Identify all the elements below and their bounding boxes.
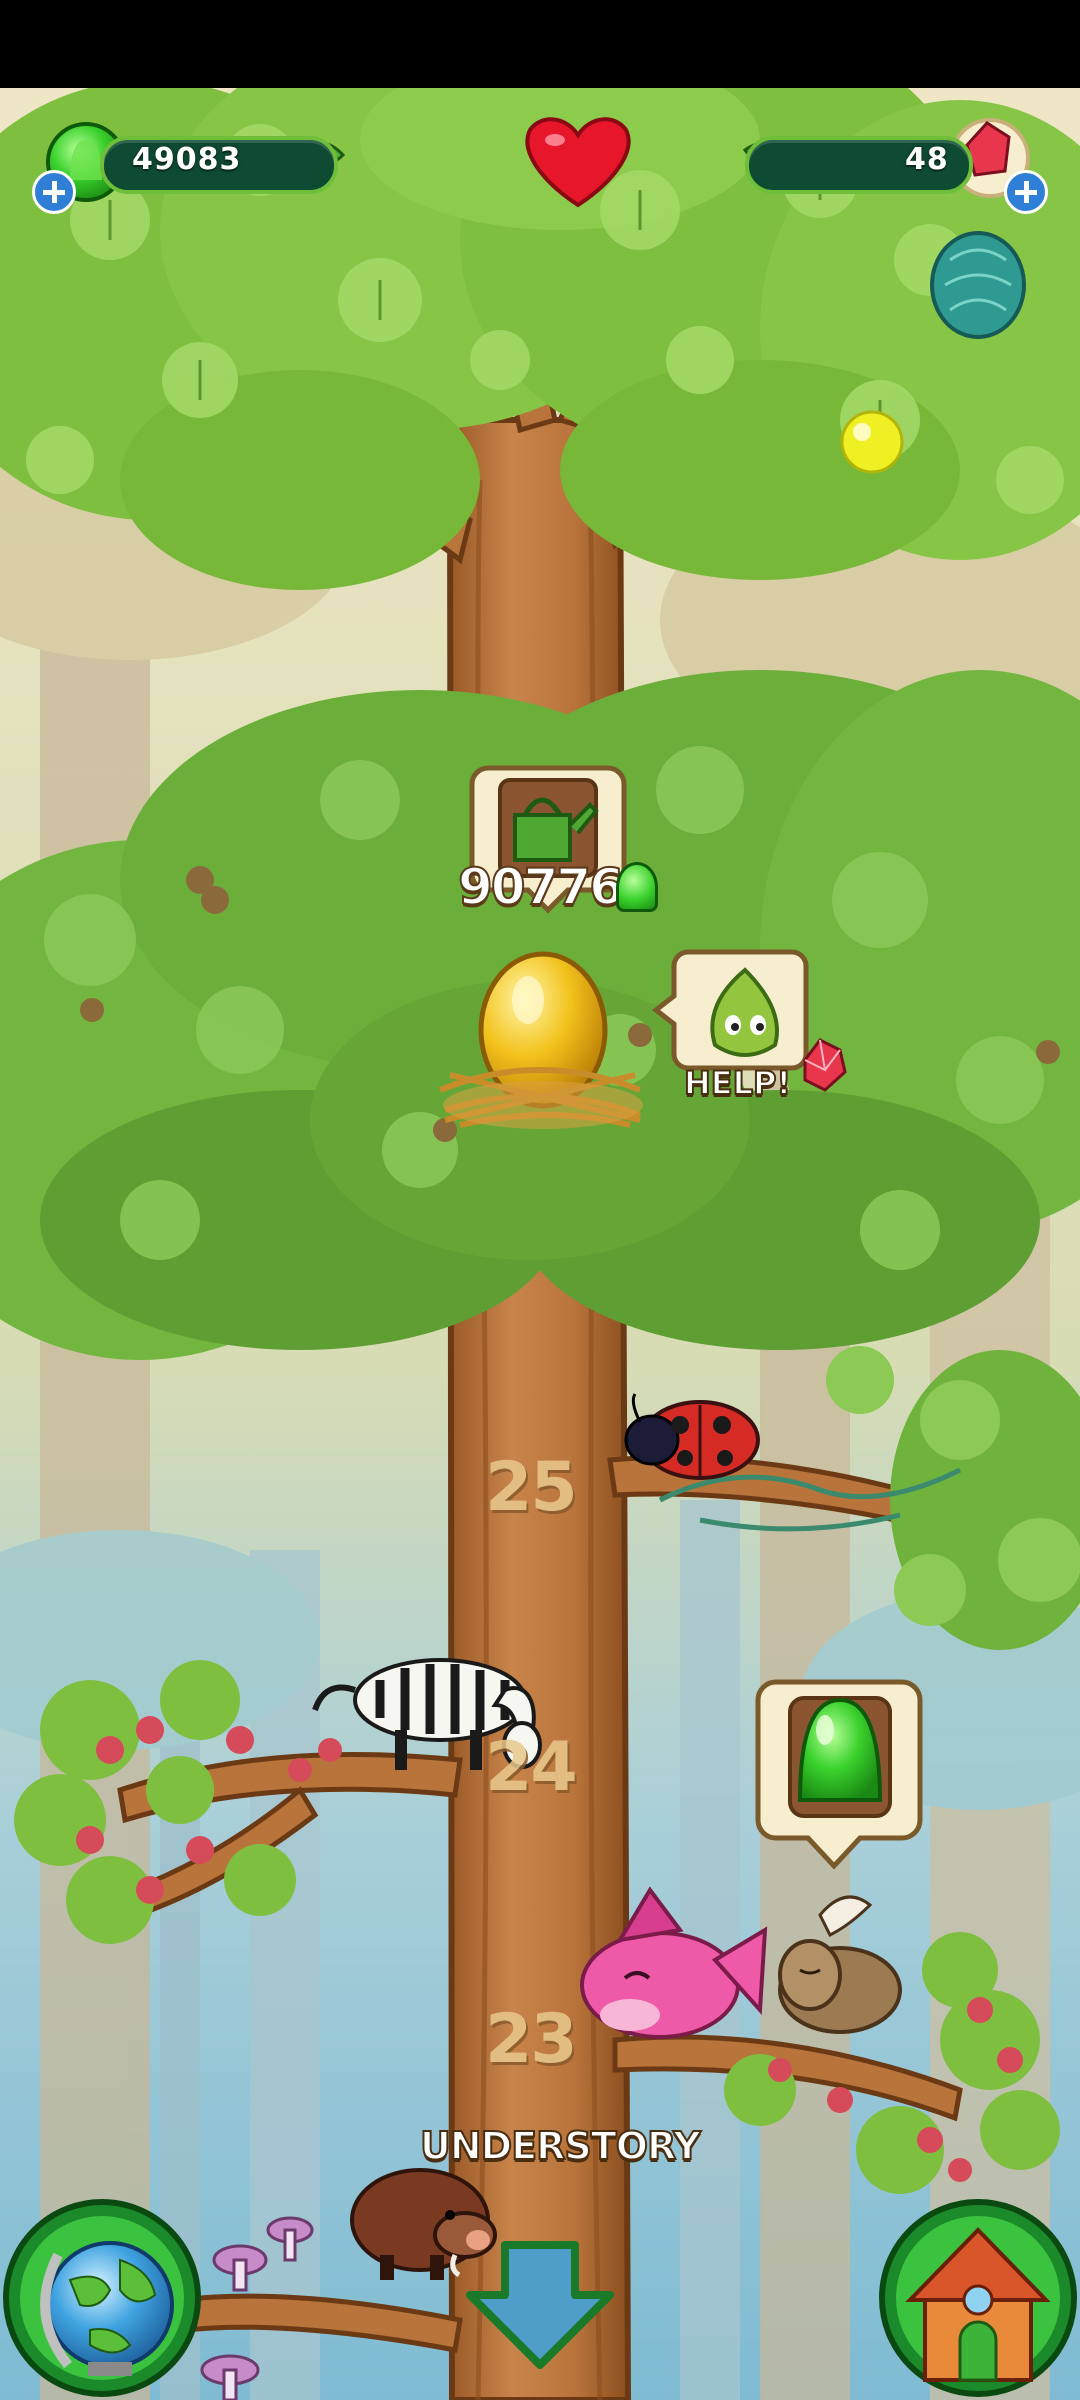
level-number-25: 25 [485,1448,578,1527]
help-label: HELP! [683,1063,792,1103]
plus-icon-v [52,181,57,203]
home-button[interactable] [879,2199,1077,2397]
teal-seed-pod[interactable] [930,231,1026,339]
gems-count: 49083 [132,142,242,177]
status-bar [0,0,1080,88]
green-gem-icon [616,862,658,912]
plus-icon-v [1024,181,1029,203]
gem-reward-bubble[interactable] [755,1679,923,1870]
help-request-bubble[interactable] [651,949,809,1071]
level-number-24: 24 [485,1728,578,1807]
crystals-count: 48 [905,142,949,177]
world-map-button[interactable] [3,2199,201,2397]
yellow-fruit[interactable] [840,410,904,474]
level-number-23: 23 [485,2000,578,2079]
section-label: UNDERSTORY [419,2123,702,2169]
add-crystals-button[interactable] [1004,170,1048,214]
watering-cost-value: 90776 [457,857,625,917]
watering-cost: 90776 [457,857,668,918]
add-gems-button[interactable] [32,170,76,214]
